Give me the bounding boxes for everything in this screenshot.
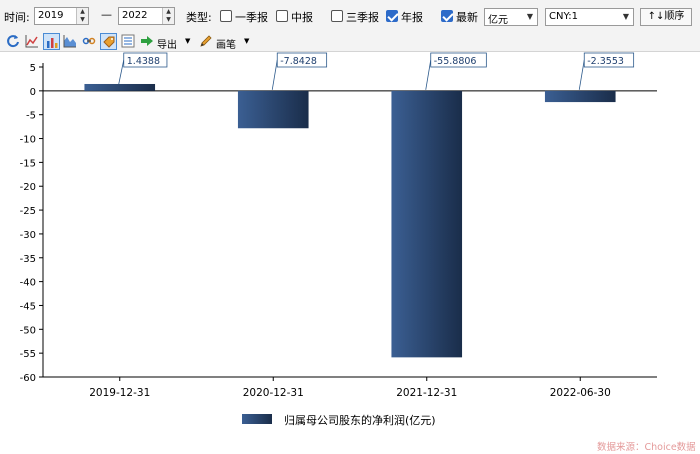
chevron-down-icon: ▼ bbox=[526, 12, 533, 21]
year-range-dash: — bbox=[101, 8, 112, 21]
x-tick-label: 2021-12-31 bbox=[396, 387, 457, 399]
tag-icon[interactable] bbox=[100, 33, 117, 50]
x-axis: 2019-12-31 2020-12-31 2021-12-31 2022-06-30 bbox=[43, 376, 657, 399]
data-source-note: 数据来源：Choice数据 bbox=[597, 442, 696, 453]
y-axis: 5 0 -5 -10 -15 -20 -25 -30 -35 -40 -45 -50 -55 -60 bbox=[20, 63, 44, 384]
y-tick-label: 5 bbox=[30, 63, 36, 74]
list-icon[interactable] bbox=[120, 33, 137, 50]
order-button[interactable]: ↑↓顺序 bbox=[640, 8, 692, 26]
bars bbox=[84, 83, 616, 358]
data-label: -55.8806 bbox=[434, 56, 477, 67]
draw-label[interactable]: 画笔 bbox=[216, 36, 236, 51]
checkbox-q3-label[interactable]: 三季报 bbox=[346, 9, 379, 25]
data-labels: 1.4388 -7.8428 -55.8806 -2.3553 bbox=[118, 52, 635, 90]
checkbox-half-year[interactable] bbox=[276, 10, 288, 22]
data-label-leader bbox=[118, 59, 125, 85]
export-arrow-icon[interactable] bbox=[139, 33, 156, 50]
export-label[interactable]: 导出 bbox=[157, 36, 177, 51]
unit-select[interactable]: 亿元 ▼ bbox=[484, 8, 538, 26]
y-tick-label: -60 bbox=[20, 373, 36, 384]
data-label-leader bbox=[271, 59, 278, 90]
bar bbox=[84, 83, 156, 91]
data-label: -2.3553 bbox=[587, 56, 624, 67]
checkbox-q1[interactable] bbox=[220, 10, 232, 22]
checkbox-q1-label[interactable]: 一季报 bbox=[235, 9, 268, 25]
y-tick-label: -30 bbox=[20, 230, 36, 241]
y-tick-label: -50 bbox=[20, 325, 36, 336]
checkbox-annual-label[interactable]: 年报 bbox=[401, 9, 423, 25]
y-tick-label: -5 bbox=[26, 111, 36, 122]
start-year-value: 2019 bbox=[38, 10, 64, 21]
x-tick-label: 2022-06-30 bbox=[550, 387, 611, 399]
data-label: -7.8428 bbox=[280, 56, 317, 67]
x-tick-label: 2019-12-31 bbox=[89, 387, 150, 399]
unit-select-value: 亿元 bbox=[488, 15, 508, 26]
y-tick-label: -15 bbox=[20, 158, 36, 169]
start-year-spinner[interactable]: 2019 ▲ ▼ bbox=[34, 7, 89, 25]
legend-swatch bbox=[242, 414, 272, 424]
y-tick-label: -35 bbox=[20, 254, 36, 265]
legend-label: 归属母公司股东的净利润(亿元) bbox=[284, 414, 436, 427]
y-tick-label: -20 bbox=[20, 182, 36, 193]
y-tick-label: -10 bbox=[20, 135, 36, 146]
currency-select-value: CNY:1 bbox=[549, 11, 578, 22]
bar bbox=[237, 90, 309, 129]
end-year-value: 2022 bbox=[122, 10, 148, 21]
currency-select[interactable]: CNY:1 ▼ bbox=[545, 8, 634, 26]
bar-chart: 5 0 -5 -10 -15 -20 -25 -30 -35 -40 -45 -50 -55 -60 20… bbox=[20, 52, 657, 399]
area-chart-icon[interactable] bbox=[62, 33, 79, 50]
checkbox-annual[interactable] bbox=[386, 10, 398, 22]
checkbox-q3[interactable] bbox=[331, 10, 343, 22]
x-tick-label: 2020-12-31 bbox=[243, 387, 304, 399]
type-label: 类型: bbox=[186, 11, 212, 24]
end-year-spinner[interactable]: 2022 ▲ ▼ bbox=[118, 7, 175, 25]
chevron-down-icon[interactable]: ▼ bbox=[185, 37, 190, 45]
link-icon[interactable] bbox=[81, 33, 98, 50]
pencil-icon[interactable] bbox=[198, 33, 215, 50]
data-label: 1.4388 bbox=[127, 56, 160, 67]
data-label-leader bbox=[578, 59, 585, 90]
bar bbox=[391, 90, 463, 358]
bar bbox=[544, 90, 616, 103]
time-label: 时间: bbox=[4, 11, 30, 24]
start-year-spin-arrows[interactable]: ▲ ▼ bbox=[76, 8, 88, 24]
y-tick-label: -25 bbox=[20, 206, 36, 217]
refresh-icon[interactable] bbox=[5, 33, 22, 50]
checkbox-latest[interactable] bbox=[441, 10, 453, 22]
checkbox-half-year-label[interactable]: 中报 bbox=[291, 9, 313, 25]
filter-toolbar: 时间: 2019 ▲ ▼ — 2022 ▲ ▼ 类型: 一季报 中报 三季报 年报 … bbox=[0, 0, 700, 32]
line-chart-icon[interactable] bbox=[24, 33, 41, 50]
y-tick-label: -55 bbox=[20, 349, 36, 360]
y-tick-label: -45 bbox=[20, 301, 36, 312]
chevron-down-icon[interactable]: ▼ bbox=[244, 37, 249, 45]
y-tick-label: -40 bbox=[20, 278, 36, 289]
checkbox-latest-label[interactable]: 最新 bbox=[456, 9, 478, 25]
chart-toolbar: 导出 ▼ 画笔 ▼ bbox=[0, 32, 700, 52]
bar-chart-icon[interactable] bbox=[43, 33, 60, 50]
end-year-spin-arrows[interactable]: ▲ ▼ bbox=[162, 8, 174, 24]
data-label-leader bbox=[425, 59, 432, 90]
chevron-down-icon: ▼ bbox=[622, 12, 629, 21]
y-tick-label: 0 bbox=[30, 87, 36, 98]
